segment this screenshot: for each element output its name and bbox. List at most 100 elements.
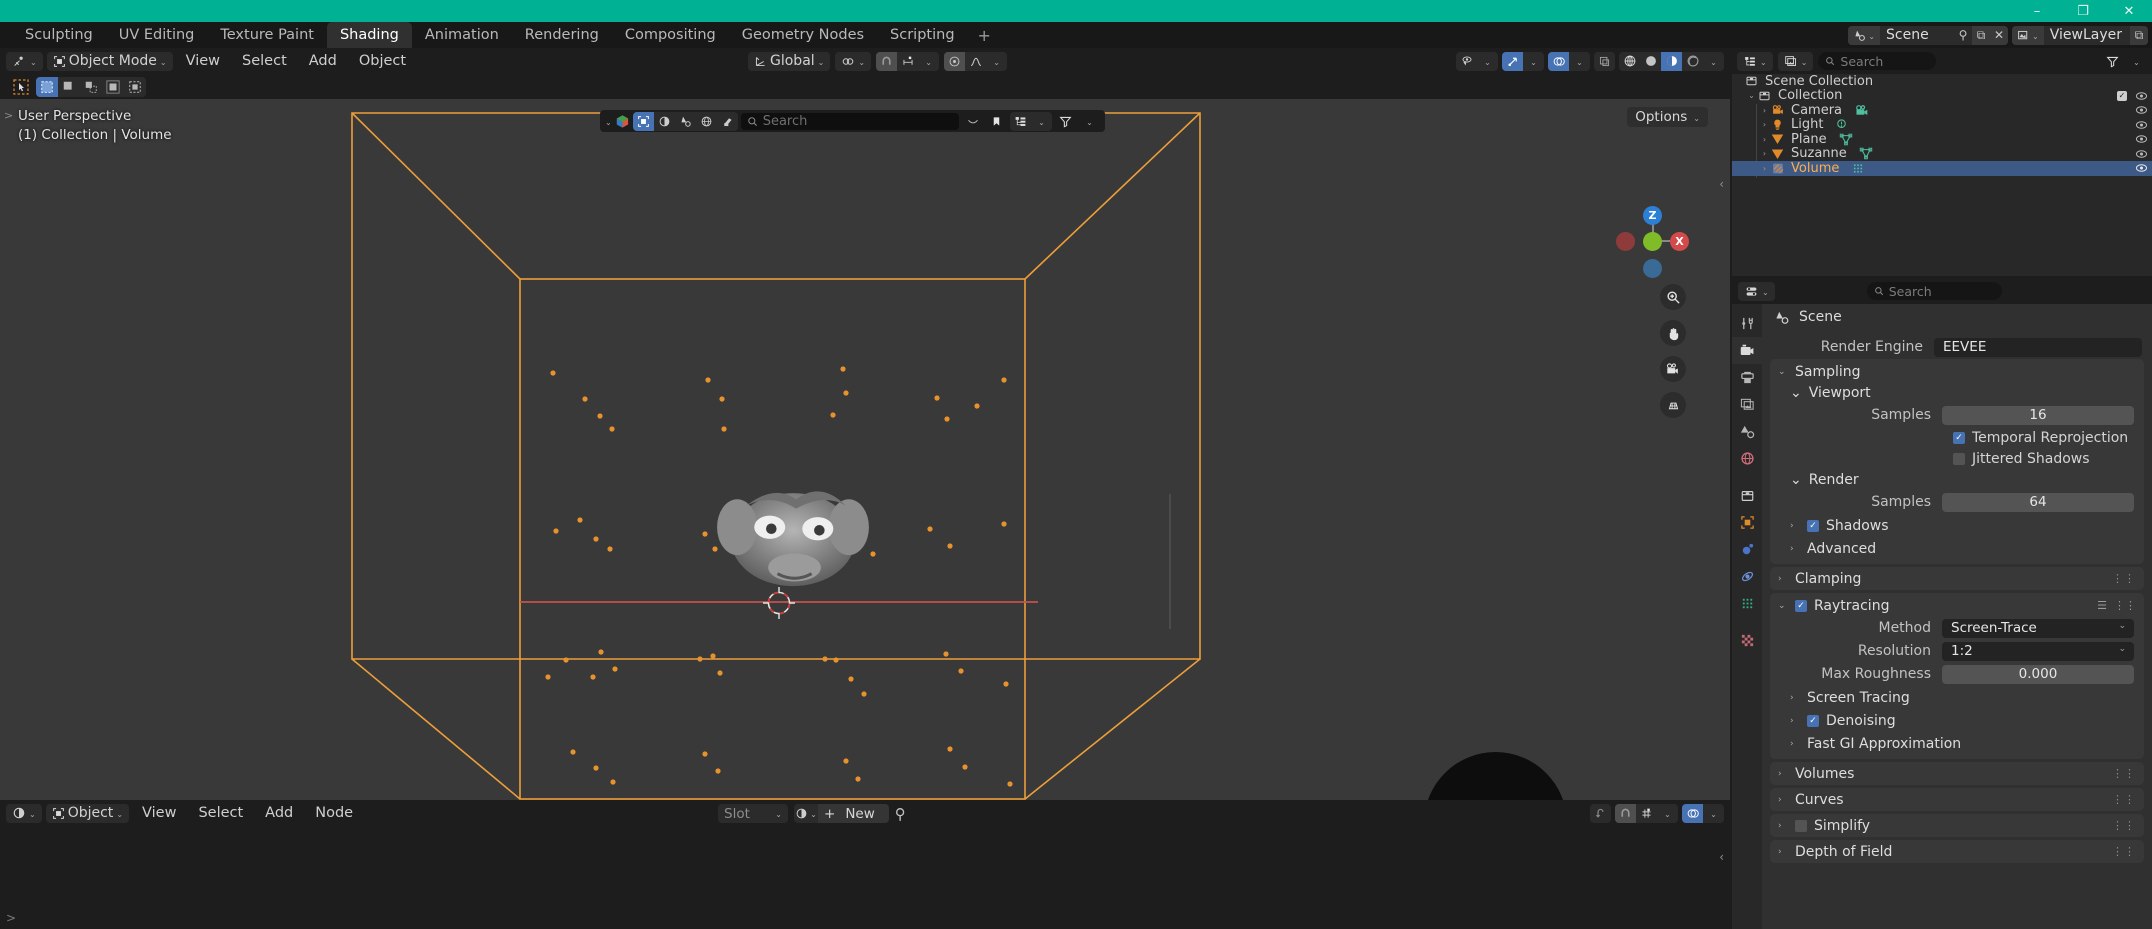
outliner-row-suzanne[interactable]: › Suzanne (1732, 146, 2152, 161)
outliner-row-plane[interactable]: › Plane (1732, 132, 2152, 147)
outliner-row-collection[interactable]: ⌄ Collection ✓ (1732, 88, 2152, 103)
tab-rendering[interactable]: Rendering (512, 22, 612, 48)
collection-checkbox[interactable]: ✓ (2117, 90, 2127, 101)
outliner-editor-type-button[interactable]: ⌄ (1737, 51, 1773, 71)
tab-compositing[interactable]: Compositing (612, 22, 729, 48)
mesh-data-icon[interactable] (1839, 133, 1853, 146)
snap-target-icon[interactable] (897, 52, 918, 71)
chevron-down-icon[interactable]: ⌄ (1477, 52, 1498, 71)
new-material-button[interactable]: + New (818, 804, 889, 823)
shader-node-canvas[interactable]: > ‹ (0, 826, 1730, 929)
falloff-curve-icon[interactable] (965, 52, 986, 71)
material-browse-icon[interactable]: ⌄ (794, 807, 818, 820)
new-copy-icon[interactable]: ⧉ (1972, 25, 1991, 45)
light-data-icon[interactable] (1835, 118, 1848, 131)
select-invert-icon[interactable] (102, 77, 124, 97)
screen-tracing-row[interactable]: › Screen Tracing (1770, 686, 2144, 709)
outliner-row-scene-collection[interactable]: Scene Collection (1732, 74, 2152, 89)
snap-grid-icon[interactable] (1636, 804, 1657, 823)
expand-toggle-icon[interactable]: › (1758, 120, 1771, 129)
shader-panel-collapse-icon[interactable]: ‹ (1719, 850, 1724, 864)
expand-toggle-icon[interactable]: › (1758, 164, 1771, 173)
temporal-reprojection-checkbox[interactable]: ✓ (1953, 431, 1965, 444)
chevron-down-icon[interactable]: ⌄ (2126, 52, 2147, 71)
magnet-icon[interactable] (1615, 803, 1636, 823)
jittered-shadows-checkbox[interactable] (1953, 452, 1965, 465)
material-preview-icon[interactable] (1661, 51, 1682, 71)
chevron-down-icon[interactable]: ⌄ (1079, 112, 1100, 131)
properties-tab-object[interactable] (1732, 509, 1762, 536)
new-material-control[interactable]: ⌄ + New (794, 804, 889, 823)
chevron-down-icon[interactable]: ⌄ (1569, 52, 1590, 71)
eye-icon[interactable] (2135, 91, 2148, 101)
viewport-panel-collapse-icon[interactable]: ‹ (1719, 177, 1724, 191)
viewport-sampling-header[interactable]: ⌄ Viewport (1770, 382, 2144, 403)
object-mode-selector[interactable]: Object Mode ⌄ (46, 51, 173, 71)
max-roughness-field[interactable]: 0.000 (1942, 664, 2134, 684)
chevron-down-icon[interactable]: ⌄ (1703, 804, 1724, 823)
chevron-down-icon[interactable]: ⌄ (918, 52, 939, 71)
viewport-menu-object[interactable]: Object (350, 50, 415, 72)
denoising-row[interactable]: › ✓ Denoising (1770, 709, 2144, 732)
tab-animation[interactable]: Animation (412, 22, 512, 48)
shadows-row[interactable]: › ✓ Shadows (1770, 514, 2144, 537)
tab-sculpting[interactable]: Sculpting (12, 22, 106, 48)
show-gizmo-icon[interactable] (1502, 51, 1523, 71)
select-box-icon[interactable] (36, 76, 58, 97)
viewlayer-copy-icon[interactable]: ⧉ (2130, 25, 2148, 45)
gizmo-axis-y[interactable] (1643, 232, 1662, 251)
shader-menu-view[interactable]: View (133, 802, 185, 824)
tab-shading[interactable]: Shading (326, 22, 412, 48)
filter-funnel-icon[interactable] (1055, 112, 1076, 131)
render-engine-select[interactable]: EEVEE (1934, 337, 2142, 357)
shadows-checkbox[interactable]: ✓ (1807, 519, 1819, 532)
properties-tab-scene[interactable] (1732, 418, 1762, 445)
viewlayer-browse-button[interactable]: ⌄ (2012, 25, 2044, 45)
pan-hand-icon[interactable] (1660, 320, 1686, 346)
navigation-gizmo[interactable]: Z X (1616, 204, 1690, 278)
gizmo-axis-neg-z[interactable] (1643, 259, 1662, 278)
viewport-options-button[interactable]: Options ⌄ (1627, 107, 1708, 127)
curves-panel[interactable]: › Curves ⋮⋮ (1770, 788, 2144, 811)
tab-geometry-nodes[interactable]: Geometry Nodes (729, 22, 877, 48)
object-visibility-icon[interactable] (1456, 52, 1477, 71)
node-parent-icon[interactable] (1590, 804, 1611, 823)
show-overlays-icon[interactable] (1548, 51, 1569, 71)
chevron-down-icon[interactable]: ⌄ (605, 118, 612, 127)
viewport-menu-select[interactable]: Select (233, 50, 296, 72)
properties-tab-render[interactable] (1732, 337, 1762, 364)
outliner-search-input[interactable]: Search (1818, 52, 1937, 70)
expand-toggle-icon[interactable]: › (1758, 135, 1771, 144)
overlay-search-input[interactable]: Search (740, 112, 959, 130)
outliner-display-mode-button[interactable]: ⌄ (1777, 51, 1814, 71)
viewlayer-selector[interactable]: ⌄ ViewLayer ⧉ (2012, 25, 2148, 45)
properties-tab-viewlayer[interactable] (1732, 391, 1762, 418)
properties-search-input[interactable]: Search (1866, 282, 2002, 300)
raytracing-resolution-select[interactable]: 1:2 (1942, 641, 2134, 661)
volumes-panel[interactable]: › Volumes ⋮⋮ (1770, 762, 2144, 785)
camera-data-icon[interactable] (1854, 104, 1871, 117)
viewport-menu-view[interactable]: View (177, 50, 229, 72)
outliner-row-volume[interactable]: › Volume (1732, 161, 2152, 176)
clamping-panel[interactable]: › Clamping ⋮⋮ (1770, 567, 2144, 590)
properties-tab-collection[interactable] (1732, 482, 1762, 509)
shader-menu-select[interactable]: Select (189, 802, 252, 824)
select-extend-icon[interactable] (58, 77, 80, 97)
viewport-canvas[interactable]: > User Perspective (1) Collection | Volu… (0, 99, 1730, 800)
viewport-sidebar-toggle-icon[interactable]: > (4, 109, 13, 122)
shader-editor-type-button[interactable]: ⌄ (6, 803, 42, 823)
simplify-checkbox[interactable] (1795, 819, 1807, 832)
shader-menu-add[interactable]: Add (256, 802, 302, 824)
viewport-samples-field[interactable]: 16 (1942, 405, 2134, 425)
viewport-menu-add[interactable]: Add (300, 50, 346, 72)
transform-orientation-selector[interactable]: Global ⌄ (748, 51, 831, 71)
shader-menu-node[interactable]: Node (306, 802, 362, 824)
rendered-icon[interactable] (1682, 52, 1703, 71)
properties-tab-output[interactable] (1732, 364, 1762, 391)
properties-tab-material[interactable] (1732, 627, 1762, 654)
jittered-shadows-row[interactable]: Jittered Shadows (1770, 448, 2144, 469)
gizmo-axis-z[interactable]: Z (1643, 206, 1662, 225)
gizmo-axis-neg-x[interactable] (1616, 232, 1635, 251)
pin-icon[interactable]: ⚲ (895, 805, 915, 823)
properties-tab-world[interactable] (1732, 445, 1762, 472)
